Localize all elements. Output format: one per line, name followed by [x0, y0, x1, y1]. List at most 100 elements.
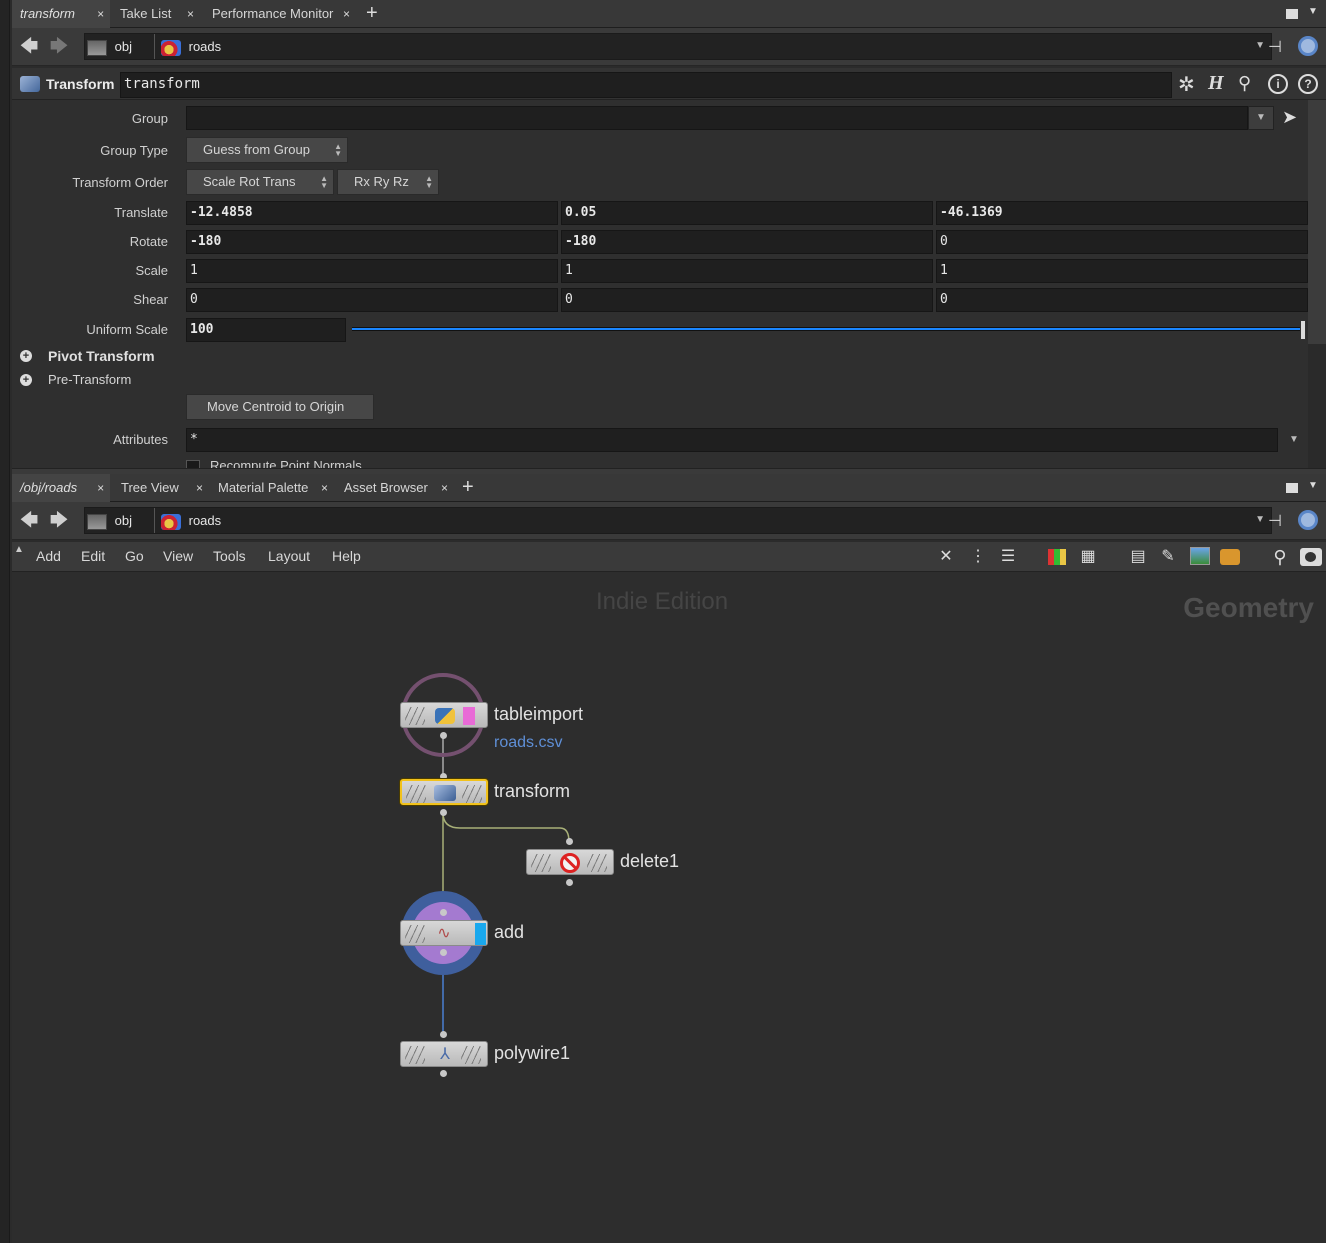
- expand-plus-icon[interactable]: +: [20, 374, 32, 386]
- close-icon[interactable]: ×: [97, 0, 104, 28]
- rotate-x-field[interactable]: -180: [186, 230, 558, 254]
- display-flag[interactable]: [463, 707, 475, 725]
- node-tableimport[interactable]: [400, 702, 488, 728]
- tab-transform[interactable]: transform ×: [12, 0, 110, 28]
- pre-transform-folder[interactable]: Pre-Transform: [48, 372, 131, 387]
- asset-box-icon[interactable]: [1220, 549, 1240, 565]
- menu-view[interactable]: View: [163, 542, 193, 570]
- uniform-scale-field[interactable]: 100: [186, 318, 346, 342]
- close-icon[interactable]: ×: [343, 0, 350, 28]
- back-arrow-icon[interactable]: 🡄: [18, 36, 40, 56]
- close-icon[interactable]: ×: [187, 0, 194, 28]
- color-palette-icon[interactable]: [1048, 549, 1066, 565]
- breadcrumb-roads[interactable]: roads: [161, 34, 221, 59]
- translate-x-field[interactable]: -12.4858: [186, 201, 558, 225]
- output-connector[interactable]: [440, 732, 447, 739]
- translate-z-field[interactable]: -46.1369: [936, 201, 1308, 225]
- search-icon[interactable]: ⚲: [1268, 545, 1292, 569]
- close-icon[interactable]: ×: [97, 474, 104, 502]
- menu-tools[interactable]: Tools: [213, 542, 246, 570]
- tab-take-list[interactable]: Take List ×: [112, 0, 200, 28]
- tab-obj-roads[interactable]: /obj/roads ×: [12, 474, 110, 502]
- shape-palette-icon[interactable]: ▦: [1076, 545, 1100, 569]
- group-type-menu[interactable]: Guess from Group ▲ ▼: [186, 137, 348, 163]
- rotate-y-field[interactable]: -180: [561, 230, 933, 254]
- tree-list-icon[interactable]: ⋮: [966, 545, 990, 569]
- pivot-transform-folder[interactable]: Pivot Transform: [48, 348, 155, 364]
- network-boxes-icon[interactable]: ▤: [1126, 545, 1150, 569]
- output-connector[interactable]: [440, 1070, 447, 1077]
- link-icon[interactable]: [1298, 36, 1318, 56]
- breadcrumb-obj[interactable]: obj: [87, 508, 132, 533]
- wrench-tools-icon[interactable]: ✕: [934, 545, 958, 569]
- maximize-pane-icon[interactable]: [1286, 9, 1298, 19]
- output-connector[interactable]: [566, 879, 573, 886]
- path-field[interactable]: obj roads ▼: [84, 33, 1272, 60]
- network-editor[interactable]: Indie Edition Geometry tableimport roads…: [12, 572, 1326, 1243]
- help-icon[interactable]: ?: [1298, 74, 1318, 94]
- node-polywire1[interactable]: ⅄: [400, 1041, 488, 1067]
- sticky-note-icon[interactable]: ✎: [1156, 545, 1180, 569]
- uniform-scale-slider[interactable]: [352, 327, 1302, 331]
- maximize-pane-icon[interactable]: [1286, 483, 1298, 493]
- scale-z-field[interactable]: 1: [936, 259, 1308, 283]
- breadcrumb-roads[interactable]: roads: [161, 508, 221, 533]
- path-history-dropdown-icon[interactable]: ▼: [1255, 40, 1265, 51]
- move-centroid-button[interactable]: Move Centroid to Origin: [186, 394, 374, 420]
- input-connector[interactable]: [440, 909, 447, 916]
- shear-y-field[interactable]: 0: [561, 288, 933, 312]
- pane-menu-icon[interactable]: ▼: [1308, 480, 1318, 491]
- pane-menu-icon[interactable]: ▼: [1308, 6, 1318, 17]
- transform-order-menu[interactable]: Scale Rot Trans ▲ ▼: [186, 169, 334, 195]
- add-tab-icon[interactable]: +: [462, 476, 474, 498]
- node-add[interactable]: ∿: [400, 920, 488, 946]
- background-image-icon[interactable]: [1190, 547, 1210, 565]
- tab-performance-monitor[interactable]: Performance Monitor ×: [204, 0, 356, 28]
- output-connector[interactable]: [440, 809, 447, 816]
- add-tab-icon[interactable]: +: [366, 2, 378, 24]
- close-icon[interactable]: ×: [196, 474, 203, 502]
- tab-tree-view[interactable]: Tree View ×: [113, 474, 209, 502]
- pin-icon[interactable]: ⊣: [1268, 511, 1282, 531]
- forward-arrow-icon[interactable]: 🡆: [48, 36, 70, 56]
- breadcrumb-obj[interactable]: obj: [87, 34, 132, 59]
- menu-layout[interactable]: Layout: [268, 542, 310, 570]
- menu-add[interactable]: Add: [36, 542, 61, 570]
- slider-handle[interactable]: [1300, 320, 1306, 340]
- node-transform[interactable]: [400, 779, 488, 805]
- menu-help[interactable]: Help: [332, 542, 361, 570]
- rotate-z-field[interactable]: 0: [936, 230, 1308, 254]
- shear-z-field[interactable]: 0: [936, 288, 1308, 312]
- rotation-order-menu[interactable]: Rx Ry Rz ▲ ▼: [337, 169, 439, 195]
- tab-asset-browser[interactable]: Asset Browser ×: [336, 474, 454, 502]
- forward-arrow-icon[interactable]: 🡆: [48, 510, 70, 530]
- group-field[interactable]: [186, 106, 1248, 130]
- search-icon[interactable]: ⚲: [1238, 73, 1251, 94]
- menu-go[interactable]: Go: [125, 542, 144, 570]
- back-arrow-icon[interactable]: 🡄: [18, 510, 40, 530]
- scale-y-field[interactable]: 1: [561, 259, 933, 283]
- scale-x-field[interactable]: 1: [186, 259, 558, 283]
- input-connector[interactable]: [566, 838, 573, 845]
- path-history-dropdown-icon[interactable]: ▼: [1255, 514, 1265, 525]
- scrollbar-thumb[interactable]: [1308, 100, 1326, 344]
- link-icon[interactable]: [1298, 510, 1318, 530]
- node-delete1[interactable]: [526, 849, 614, 875]
- pin-icon[interactable]: ⊣: [1268, 37, 1282, 57]
- group-dropdown-icon[interactable]: ▼: [1248, 106, 1274, 130]
- node-name-field[interactable]: transform: [120, 72, 1172, 98]
- attributes-dropdown-icon[interactable]: ▼: [1282, 428, 1306, 452]
- collapse-toolbar-icon[interactable]: ▲: [14, 544, 24, 555]
- parameter-scrollbar[interactable]: [1308, 100, 1326, 468]
- expand-plus-icon[interactable]: +: [20, 350, 32, 362]
- path-field[interactable]: obj roads ▼: [84, 507, 1272, 534]
- list-view-icon[interactable]: ☰: [996, 545, 1020, 569]
- close-icon[interactable]: ×: [441, 474, 448, 502]
- info-icon[interactable]: i: [1268, 74, 1288, 94]
- output-connector[interactable]: [440, 949, 447, 956]
- eye-visibility-icon[interactable]: [1300, 548, 1322, 566]
- select-arrow-icon[interactable]: ➤: [1282, 107, 1297, 128]
- close-icon[interactable]: ×: [321, 474, 328, 502]
- tab-material-palette[interactable]: Material Palette ×: [210, 474, 334, 502]
- display-flag[interactable]: [475, 923, 486, 945]
